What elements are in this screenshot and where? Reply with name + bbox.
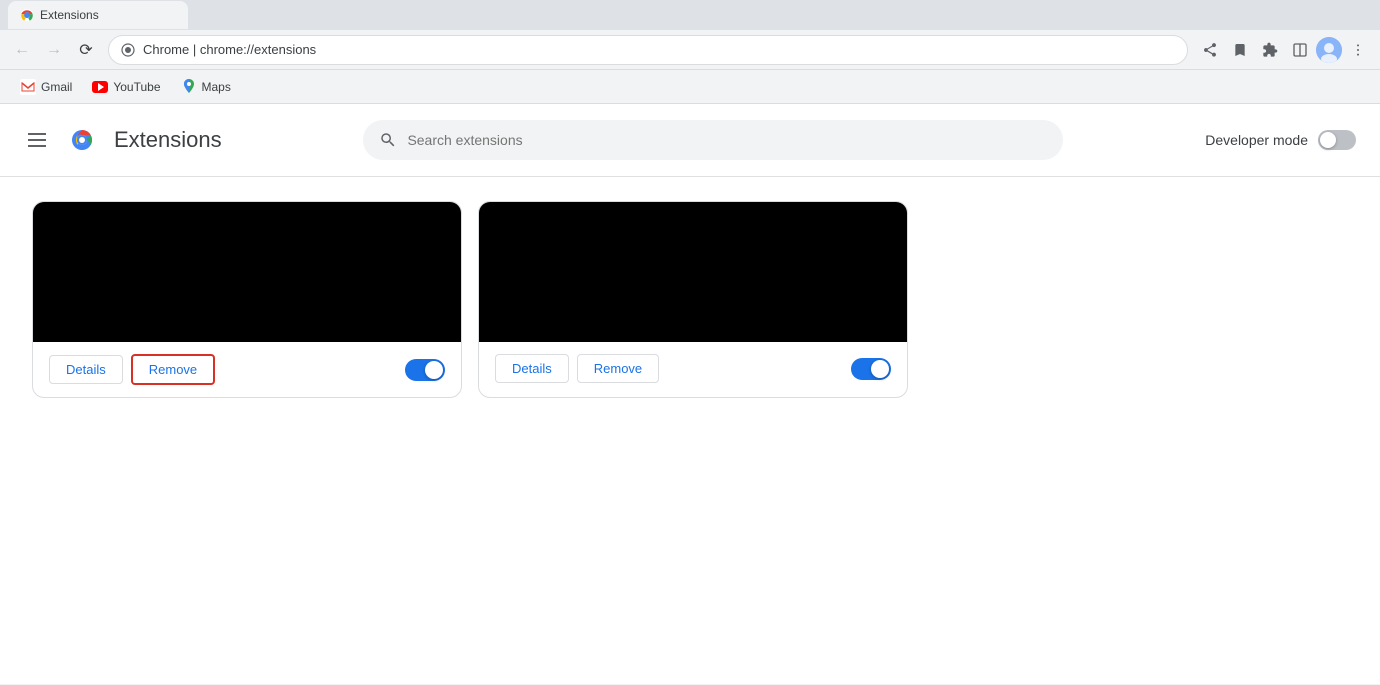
enable-toggle-2[interactable] — [851, 358, 891, 380]
bookmark-maps[interactable]: Maps — [173, 76, 239, 98]
details-button-2[interactable]: Details — [495, 354, 569, 383]
forward-button[interactable]: → — [40, 36, 68, 64]
maps-label: Maps — [202, 80, 231, 94]
chrome-favicon-icon — [20, 8, 34, 22]
extension-preview-2 — [479, 202, 907, 342]
extension-card-1: Details Remove — [32, 201, 462, 398]
gmail-icon — [20, 79, 36, 95]
bookmark-button[interactable] — [1226, 36, 1254, 64]
maps-icon — [181, 79, 197, 95]
security-icon — [121, 43, 135, 57]
bookmark-youtube[interactable]: YouTube — [84, 76, 168, 98]
extension-card-2: Details Remove — [478, 201, 908, 398]
reload-button[interactable]: ⟳ — [72, 36, 100, 64]
page-title: Extensions — [114, 127, 222, 153]
extensions-button[interactable] — [1256, 36, 1284, 64]
address-bar[interactable]: Chrome | chrome://extensions — [108, 35, 1188, 65]
menu-button[interactable] — [1344, 36, 1372, 64]
split-screen-button[interactable] — [1286, 36, 1314, 64]
developer-mode-label: Developer mode — [1205, 132, 1308, 148]
extension-footer-2: Details Remove — [479, 342, 907, 395]
search-input[interactable] — [407, 132, 1047, 148]
profile-avatar[interactable] — [1316, 37, 1342, 63]
address-text: Chrome | chrome://extensions — [143, 42, 1175, 57]
enable-toggle-1[interactable] — [405, 359, 445, 381]
extensions-grid: Details Remove Details Remove — [0, 177, 1380, 422]
youtube-label: YouTube — [113, 80, 160, 94]
tab-label: Extensions — [40, 8, 99, 22]
chrome-logo-icon — [66, 124, 98, 156]
active-tab[interactable]: Extensions — [8, 1, 188, 29]
bookmarks-bar: Gmail YouTube Maps — [0, 70, 1380, 104]
menu-icon[interactable] — [24, 129, 50, 151]
extension-preview-1 — [33, 202, 461, 342]
bookmark-gmail[interactable]: Gmail — [12, 76, 80, 98]
remove-button-1[interactable]: Remove — [131, 354, 215, 385]
share-button[interactable] — [1196, 36, 1224, 64]
youtube-icon — [92, 79, 108, 95]
search-icon — [379, 131, 397, 149]
remove-button-2[interactable]: Remove — [577, 354, 659, 383]
extension-footer-1: Details Remove — [33, 342, 461, 397]
extensions-header: Extensions Developer mode — [0, 104, 1380, 177]
search-bar-container — [363, 120, 1063, 160]
details-button-1[interactable]: Details — [49, 355, 123, 384]
gmail-label: Gmail — [41, 80, 72, 94]
developer-mode-toggle[interactable] — [1318, 130, 1356, 150]
back-button[interactable]: ← — [8, 36, 36, 64]
developer-mode-section: Developer mode — [1205, 130, 1356, 150]
